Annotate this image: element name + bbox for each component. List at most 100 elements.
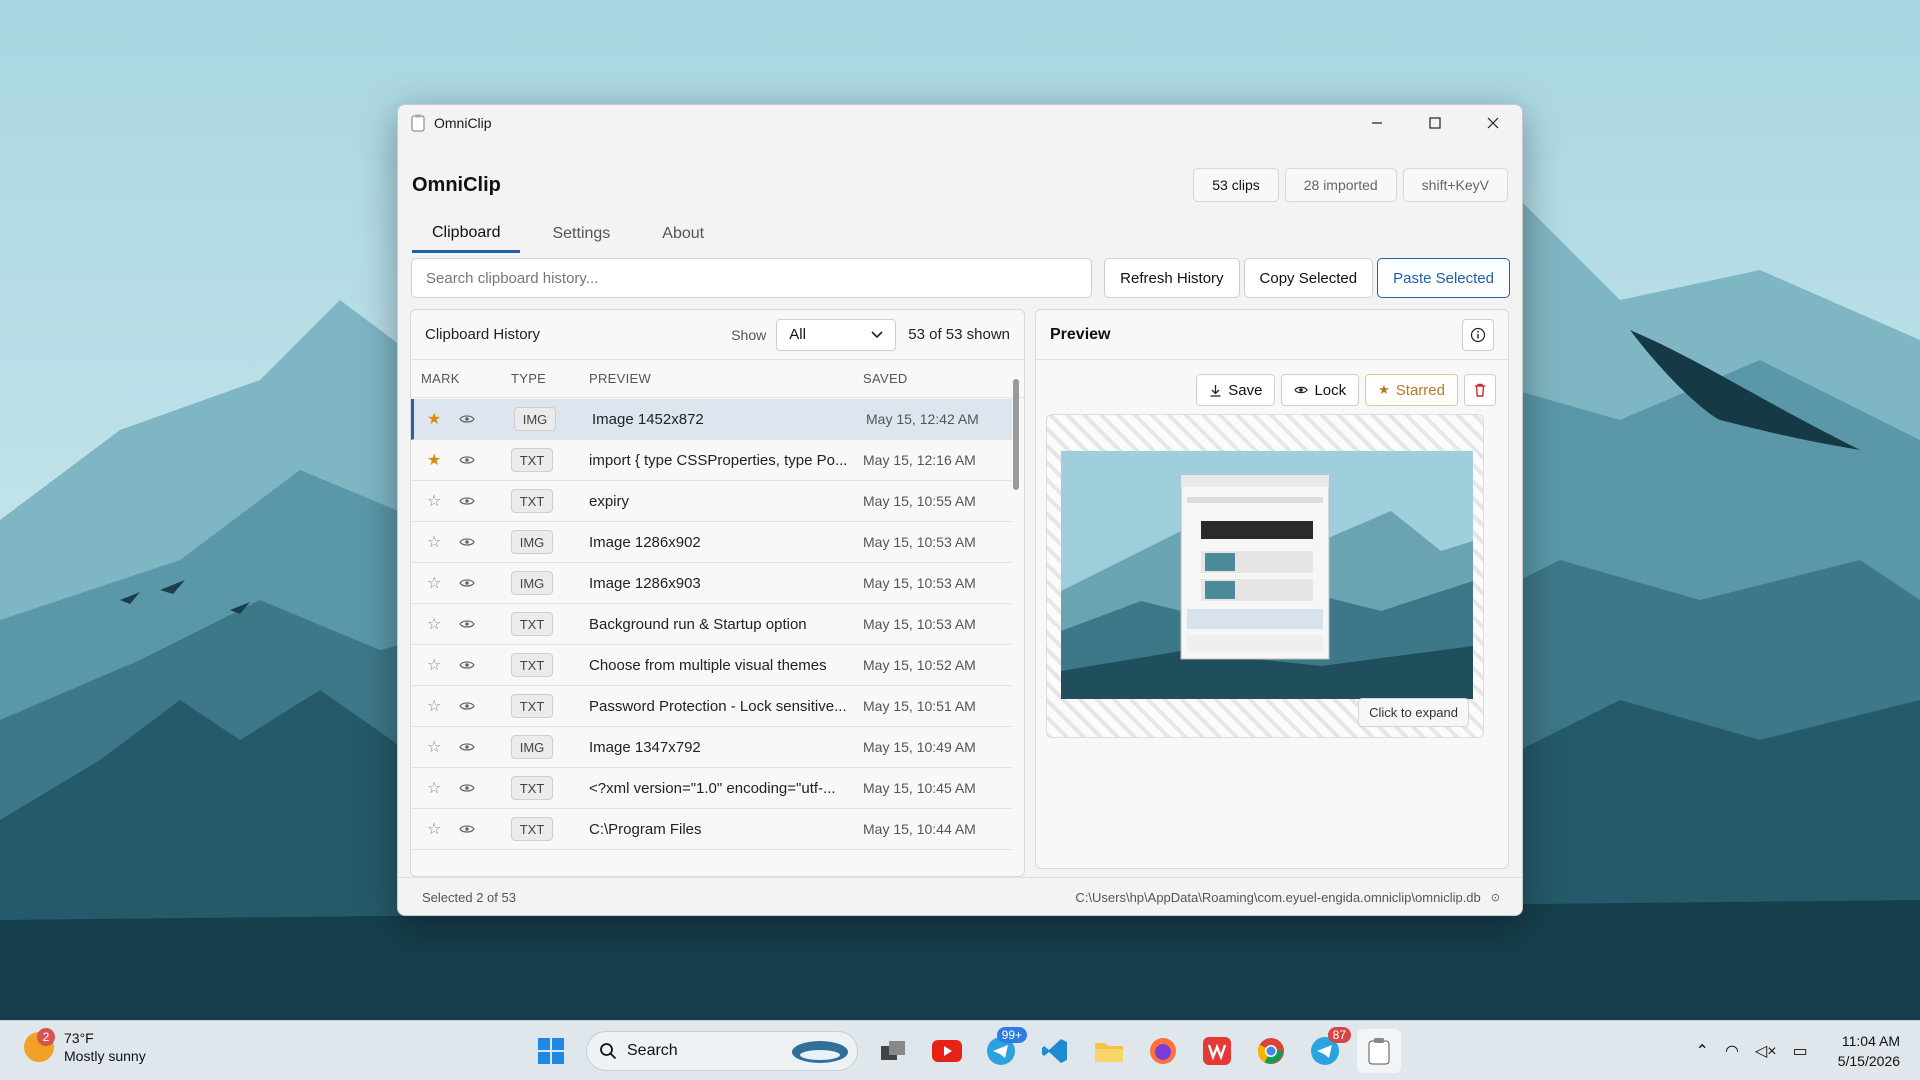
app-title: OmniClip: [412, 173, 501, 196]
preview-image: [1061, 451, 1473, 699]
star-icon[interactable]: ☆: [427, 614, 447, 634]
table-row[interactable]: ☆ IMG Image 1347x792 May 15, 10:49 AM: [411, 727, 1012, 768]
star-icon[interactable]: ☆: [427, 655, 447, 675]
type-badge: IMG: [514, 407, 556, 431]
star-icon[interactable]: ★: [427, 409, 447, 429]
file-explorer-app[interactable]: [1087, 1029, 1131, 1073]
chevron-down-icon: [871, 330, 883, 338]
eye-icon[interactable]: [459, 537, 475, 547]
table-row[interactable]: ☆ TXT expiry May 15, 10:55 AM: [411, 481, 1012, 522]
history-scrollbar[interactable]: [1011, 365, 1019, 870]
save-button[interactable]: Save: [1196, 374, 1276, 406]
delete-button[interactable]: [1464, 374, 1496, 406]
tab-settings[interactable]: Settings: [532, 215, 630, 253]
table-row[interactable]: ☆ TXT <?xml version="1.0" encoding="utf-..…: [411, 768, 1012, 809]
filter-select[interactable]: All: [776, 318, 897, 351]
table-row[interactable]: ☆ IMG Image 1286x902 May 15, 10:53 AM: [411, 522, 1012, 563]
star-icon[interactable]: ☆: [427, 532, 447, 552]
starred-button[interactable]: ★ Starred: [1365, 374, 1458, 406]
table-row[interactable]: ☆ TXT Password Protection - Lock sensitive…: [411, 686, 1012, 727]
start-button[interactable]: [529, 1029, 573, 1073]
eye-icon[interactable]: [459, 783, 475, 793]
star-icon[interactable]: ☆: [427, 696, 447, 716]
youtube-app[interactable]: [925, 1029, 969, 1073]
wifi-icon[interactable]: ◠: [1725, 1041, 1739, 1061]
table-row[interactable]: ★ IMG Image 1452x872 May 15, 12:42 AM: [411, 399, 1012, 440]
table-row[interactable]: ☆ IMG Image 1286x903 May 15, 10:53 AM: [411, 563, 1012, 604]
weather-widget[interactable]: 2 73°F Mostly sunny: [24, 1028, 146, 1065]
star-icon[interactable]: ☆: [427, 491, 447, 511]
taskbar-search-label: Search: [627, 1042, 678, 1059]
pin-icon[interactable]: ⊙: [1491, 891, 1500, 904]
taskbar: 2 73°F Mostly sunny Search 99+ 87 ⌃ ◠ ◁×…: [0, 1020, 1920, 1080]
row-saved: May 15, 10:49 AM: [863, 739, 976, 755]
click-to-expand-label[interactable]: Click to expand: [1358, 698, 1469, 727]
chrome-app[interactable]: [1249, 1029, 1293, 1073]
table-row[interactable]: ★ TXT import { type CSSProperties, type Po…: [411, 440, 1012, 481]
title-bar[interactable]: OmniClip: [398, 105, 1522, 141]
table-row[interactable]: ☆ TXT Background run & Startup option May 1…: [411, 604, 1012, 645]
history-list: ★ IMG Image 1452x872 May 15, 12:42 AM ★ TXT im…: [411, 399, 1012, 865]
speaker-muted-icon[interactable]: ◁×: [1755, 1041, 1777, 1061]
star-icon[interactable]: ☆: [427, 778, 447, 798]
tab-about[interactable]: About: [642, 215, 724, 253]
taskbar-search[interactable]: Search: [586, 1031, 858, 1071]
eye-icon[interactable]: [459, 455, 475, 465]
row-preview: Image 1286x903: [589, 574, 701, 592]
wps-app[interactable]: [1195, 1029, 1239, 1073]
eye-icon[interactable]: [459, 496, 475, 506]
row-preview: Image 1286x902: [589, 533, 701, 551]
row-preview: <?xml version="1.0" encoding="utf-...: [589, 779, 836, 797]
table-row[interactable]: ☆ TXT C:\Program Files May 15, 10:44 AM: [411, 809, 1012, 850]
eye-icon[interactable]: [459, 578, 475, 588]
close-button[interactable]: [1464, 105, 1522, 141]
eye-icon[interactable]: [459, 701, 475, 711]
row-saved: May 15, 10:52 AM: [863, 657, 976, 673]
column-saved: SAVED: [863, 371, 908, 386]
star-icon[interactable]: ☆: [427, 573, 447, 593]
firefox-app[interactable]: [1141, 1029, 1185, 1073]
star-icon[interactable]: ★: [427, 450, 447, 470]
eye-icon[interactable]: [459, 742, 475, 752]
image-preview[interactable]: Click to expand: [1046, 414, 1484, 738]
battery-icon[interactable]: ▭: [1793, 1041, 1808, 1061]
row-mark: ☆: [411, 614, 511, 634]
tab-bar: Clipboard Settings About: [412, 215, 736, 255]
omniclip-app[interactable]: [1357, 1029, 1401, 1073]
toolbar: Refresh History Copy Selected Paste Sele…: [411, 258, 1510, 298]
row-mark: ☆: [411, 737, 511, 757]
copy-selected-button[interactable]: Copy Selected: [1243, 258, 1374, 298]
minimize-button[interactable]: [1348, 105, 1406, 141]
clock[interactable]: 11:04 AM 5/15/2026: [1838, 1031, 1900, 1071]
firefox-icon: [1150, 1038, 1176, 1064]
telegram-app[interactable]: 99+: [979, 1027, 1027, 1073]
info-button[interactable]: [1462, 318, 1494, 351]
refresh-history-button[interactable]: Refresh History: [1104, 258, 1240, 298]
tab-clipboard[interactable]: Clipboard: [412, 215, 521, 253]
youtube-icon: [932, 1040, 962, 1062]
eye-icon[interactable]: [459, 619, 475, 629]
type-badge: TXT: [511, 694, 553, 718]
wps-icon: [1203, 1037, 1231, 1065]
row-mark: ☆: [411, 573, 511, 593]
task-view-button[interactable]: [871, 1029, 915, 1073]
maximize-button[interactable]: [1406, 105, 1464, 141]
minimize-icon: [1372, 122, 1382, 124]
star-icon[interactable]: ☆: [427, 737, 447, 757]
eye-icon[interactable]: [459, 660, 475, 670]
vscode-app[interactable]: [1033, 1029, 1077, 1073]
telegram-app-2[interactable]: 87: [1303, 1027, 1351, 1073]
row-preview: C:\Program Files: [589, 820, 702, 838]
eye-icon[interactable]: [459, 824, 475, 834]
search-input[interactable]: [411, 258, 1093, 298]
star-icon[interactable]: ☆: [427, 819, 447, 839]
paste-selected-button[interactable]: Paste Selected: [1377, 258, 1510, 298]
trash-icon: [1475, 383, 1485, 397]
scrollbar-thumb[interactable]: [1013, 379, 1019, 490]
save-label: Save: [1228, 381, 1263, 399]
lock-button[interactable]: Lock: [1281, 374, 1360, 406]
chevron-up-icon[interactable]: ⌃: [1696, 1041, 1709, 1061]
eye-icon[interactable]: [459, 414, 475, 424]
download-icon: [1210, 384, 1221, 397]
table-row[interactable]: ☆ TXT Choose from multiple visual themes Ma…: [411, 645, 1012, 686]
